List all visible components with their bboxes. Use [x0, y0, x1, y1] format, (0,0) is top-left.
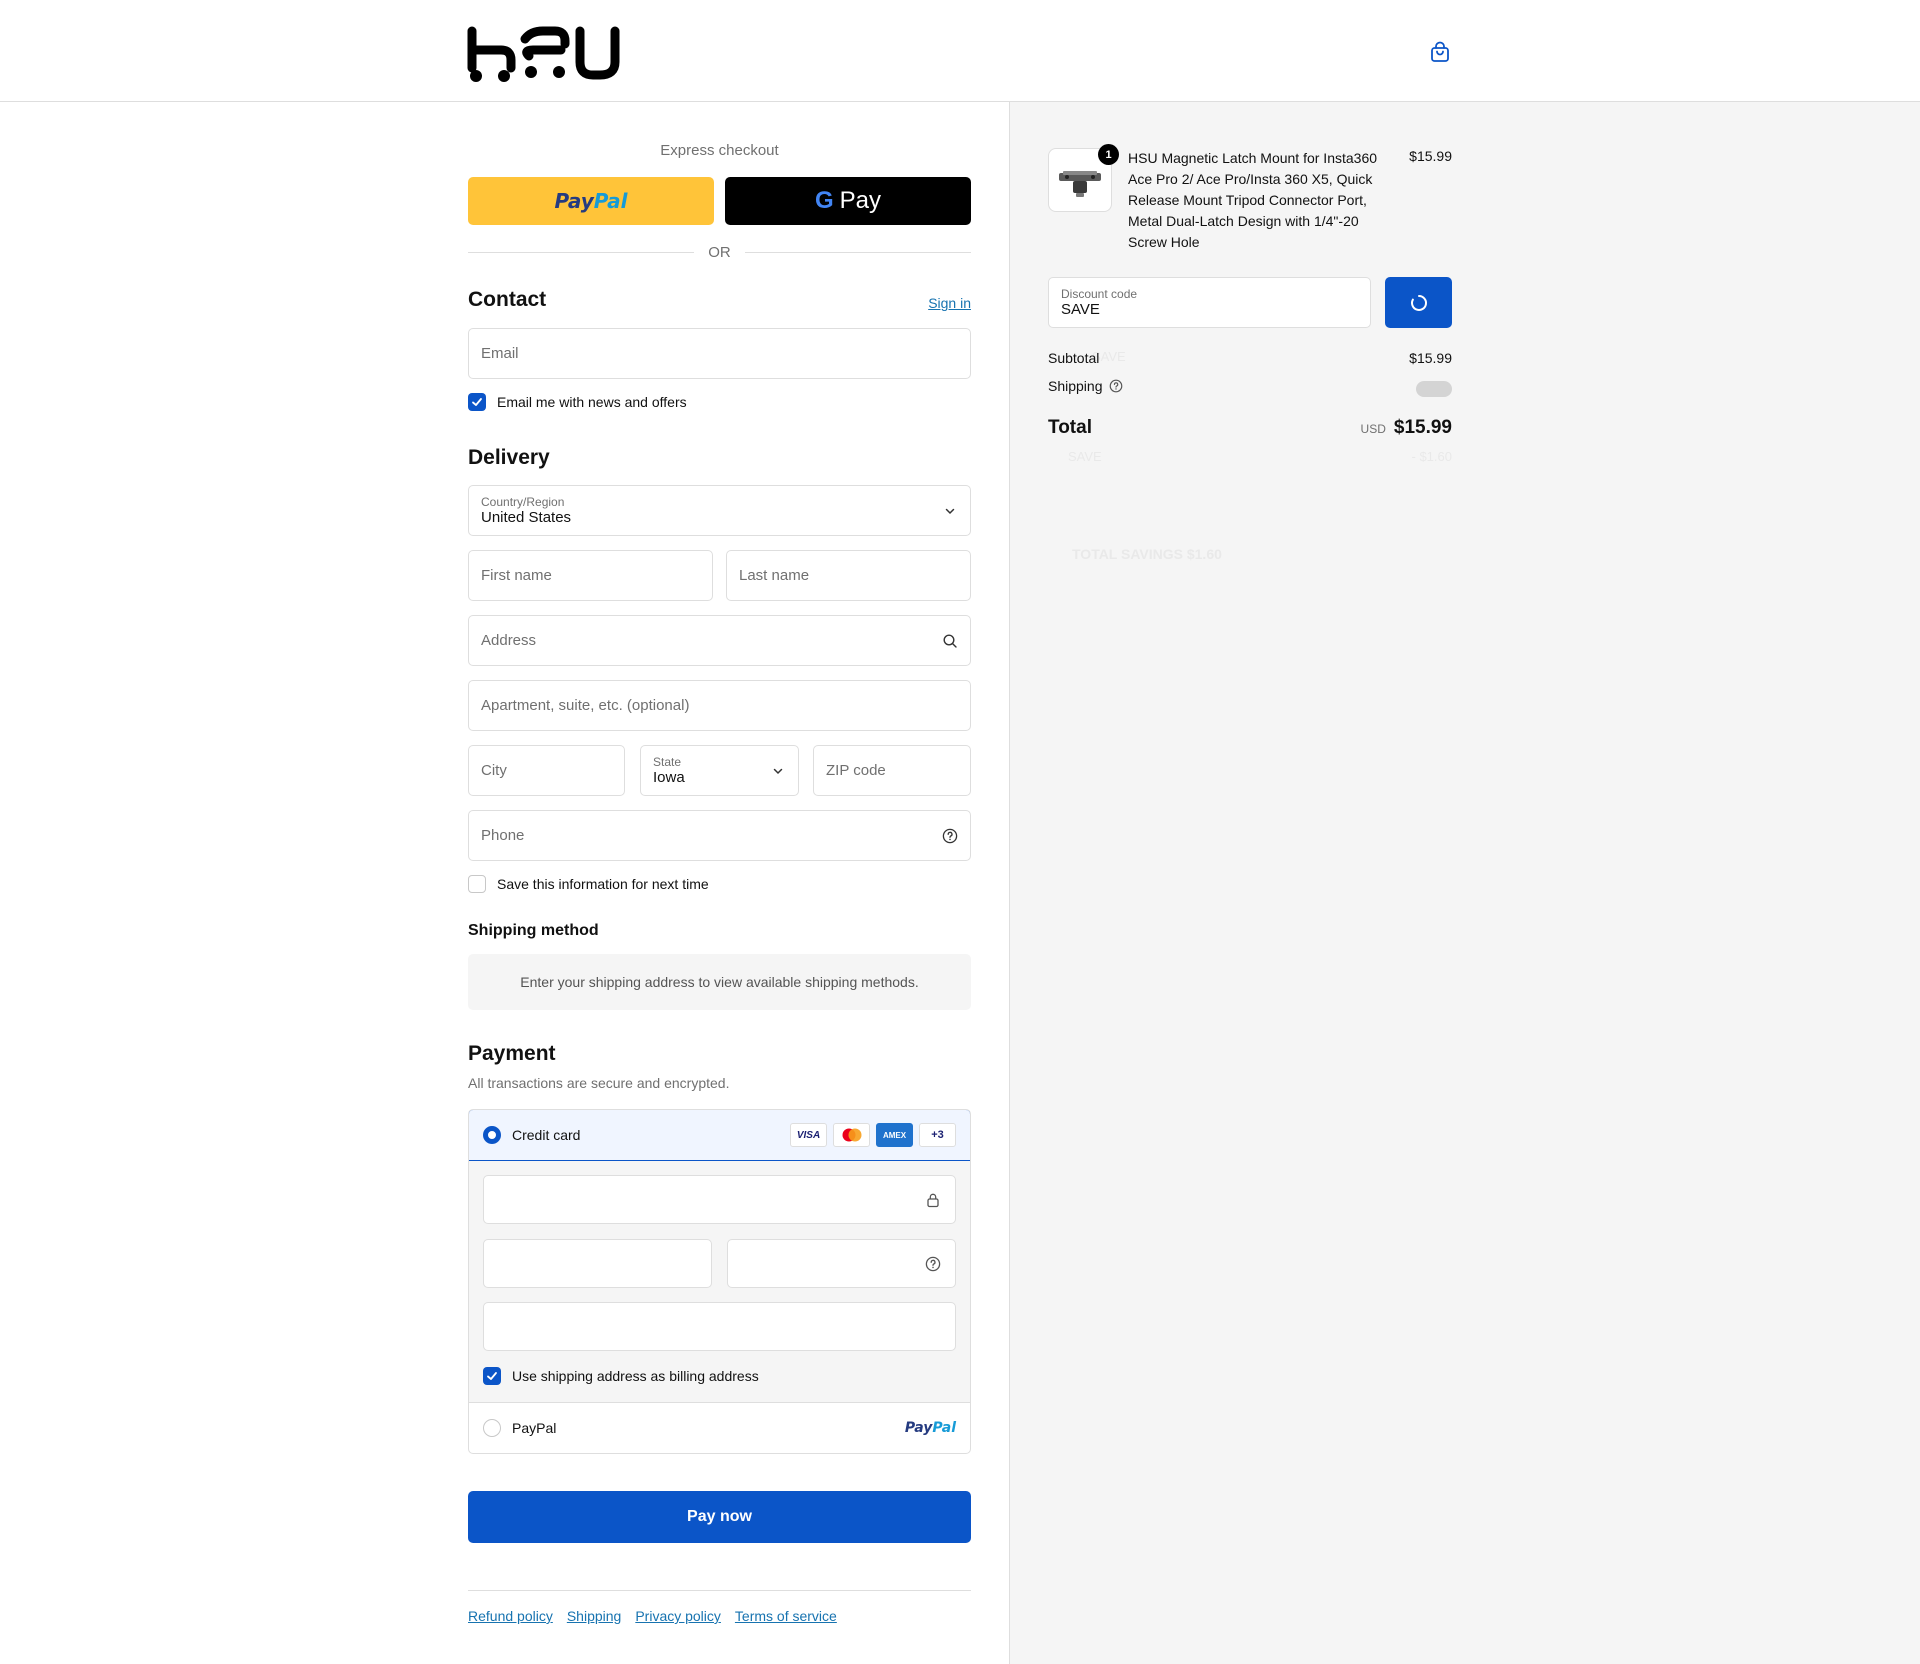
total-row: Total USD $15.99 — [1048, 417, 1452, 439]
shipping-policy-link[interactable]: Shipping — [567, 1608, 622, 1624]
total-value: $15.99 — [1393, 417, 1452, 438]
column-divider — [1009, 102, 1010, 1664]
product-name: HSU Magnetic Latch Mount for Insta360 Ac… — [1128, 150, 1378, 250]
footer-divider — [468, 1590, 971, 1591]
quantity-badge: 1 — [1098, 144, 1119, 165]
credit-card-label: Credit card — [512, 1127, 581, 1143]
credit-card-option[interactable]: Credit card VISA AMEX +3 — [469, 1110, 970, 1161]
billing-same-label: Use shipping address as billing address — [512, 1368, 759, 1384]
payment-title: Payment — [468, 1042, 556, 1065]
product-price: $15.99 — [1409, 148, 1452, 164]
country-select[interactable]: Country/Region United States — [468, 485, 971, 536]
newsletter-label: Email me with news and offers — [497, 394, 687, 410]
terms-of-service-link[interactable]: Terms of service — [735, 1608, 837, 1624]
paypal-express-button[interactable]: PayPal — [468, 177, 714, 225]
delivery-title: Delivery — [468, 446, 550, 469]
discount-value: SAVE — [1061, 300, 1100, 318]
google-g-icon: G — [814, 187, 834, 214]
mastercard-icon — [833, 1123, 870, 1147]
shipping-method-notice: Enter your shipping address to view avai… — [468, 954, 971, 1010]
more-cards-badge: +3 — [919, 1123, 956, 1147]
security-code-field[interactable] — [727, 1239, 956, 1288]
refund-policy-link[interactable]: Refund policy — [468, 1608, 553, 1624]
header — [0, 0, 1920, 102]
ghost-total-savings: TOTAL SAVINGS $1.60 — [1072, 546, 1222, 562]
loading-spinner-icon — [1410, 294, 1427, 311]
credit-card-radio[interactable] — [483, 1126, 501, 1144]
newsletter-checkbox[interactable] — [468, 393, 486, 411]
lock-icon — [927, 1193, 939, 1207]
zip-code-field[interactable]: ZIP code — [813, 745, 971, 796]
or-divider: OR — [468, 242, 971, 262]
ghost-discount-line: SAVE — [1068, 449, 1102, 464]
chevron-down-icon — [945, 508, 955, 514]
billing-same-checkbox[interactable] — [483, 1367, 501, 1385]
last-name-field[interactable]: Last name — [726, 550, 971, 601]
phone-field[interactable]: Phone — [468, 810, 971, 861]
address-field[interactable]: Address — [468, 615, 971, 666]
amex-icon: AMEX — [876, 1123, 913, 1147]
total-label: Total — [1048, 417, 1092, 438]
shipping-method-title: Shipping method — [468, 922, 599, 939]
billing-address-checkbox-row[interactable]: Use shipping address as billing address — [483, 1367, 759, 1385]
first-name-field[interactable]: First name — [468, 550, 713, 601]
email-field[interactable]: Email — [468, 328, 971, 379]
subtotal-row: Subtotal $15.99 — [1048, 350, 1452, 366]
google-pay-button[interactable]: G Pay — [725, 177, 971, 225]
save-info-checkbox-row[interactable]: Save this information for next time — [468, 875, 709, 893]
subtotal-value: $15.99 — [1409, 350, 1452, 366]
privacy-policy-link[interactable]: Privacy policy — [635, 1608, 721, 1624]
currency-code: USD — [1360, 422, 1386, 436]
sign-in-link[interactable]: Sign in — [928, 295, 971, 311]
apply-discount-button[interactable] — [1385, 277, 1452, 328]
hsu-logo[interactable] — [467, 26, 623, 82]
city-field[interactable]: City — [468, 745, 625, 796]
newsletter-checkbox-row[interactable]: Email me with news and offers — [468, 393, 687, 411]
contact-title: Contact — [468, 288, 547, 311]
checkmark-icon — [487, 1372, 497, 1380]
card-brand-icons: VISA AMEX +3 — [790, 1123, 956, 1147]
gpay-label: Pay — [839, 187, 882, 214]
shopping-bag-icon[interactable] — [1428, 40, 1452, 64]
state-select[interactable]: State Iowa — [640, 745, 799, 796]
paypal-option[interactable]: PayPal PayPal — [469, 1403, 970, 1453]
help-circle-icon[interactable] — [1109, 379, 1123, 393]
credit-card-form: Use shipping address as billing address — [469, 1161, 970, 1403]
save-info-checkbox[interactable] — [468, 875, 486, 893]
shipping-label: Shipping — [1048, 378, 1103, 394]
paypal-radio[interactable] — [483, 1419, 501, 1437]
help-circle-icon[interactable] — [925, 1256, 941, 1272]
discount-label: Discount code — [1061, 286, 1138, 301]
search-icon — [943, 633, 957, 648]
shipping-row: Shipping — [1048, 378, 1452, 394]
expiration-date-field[interactable] — [483, 1239, 712, 1288]
chevron-down-icon — [773, 768, 783, 774]
subtotal-label: Subtotal — [1048, 350, 1100, 366]
paypal-logo: PayPal — [904, 1420, 956, 1436]
save-info-label: Save this information for next time — [497, 876, 709, 892]
card-number-field[interactable] — [483, 1175, 956, 1224]
paypal-option-label: PayPal — [512, 1420, 557, 1436]
pay-now-button[interactable]: Pay now — [468, 1491, 971, 1543]
payment-methods: Credit card VISA AMEX +3 Use shipping ad… — [468, 1109, 971, 1454]
paypal-logo: PayPal — [554, 189, 628, 213]
express-checkout-title: Express checkout — [660, 142, 779, 159]
discount-code-field[interactable]: Discount code SAVE — [1048, 277, 1371, 328]
apartment-field[interactable]: Apartment, suite, etc. (optional) — [468, 680, 971, 731]
checkmark-icon — [472, 398, 482, 406]
footer-links: Refund policy Shipping Privacy policy Te… — [468, 1608, 837, 1624]
help-circle-icon[interactable] — [942, 828, 958, 844]
name-on-card-field[interactable] — [483, 1302, 956, 1351]
payment-subtitle: All transactions are secure and encrypte… — [468, 1075, 730, 1091]
ghost-discount-amount: - $1.60 — [1411, 449, 1452, 464]
visa-icon: VISA — [790, 1123, 827, 1147]
